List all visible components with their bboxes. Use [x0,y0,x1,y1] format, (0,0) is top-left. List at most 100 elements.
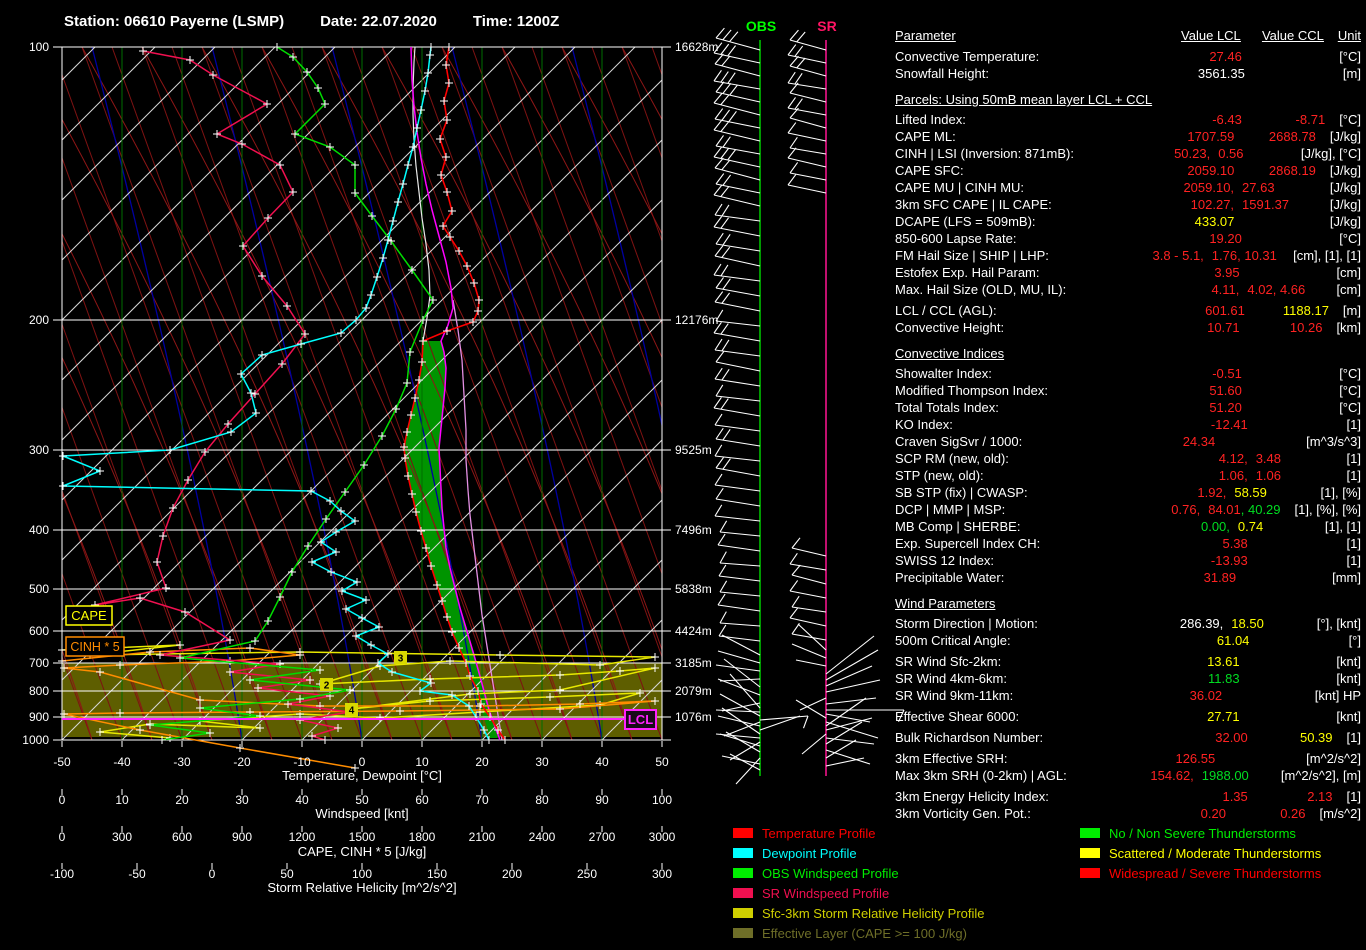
legend-swatch [733,868,753,878]
legend-item-severity: Widespread / Severe Thunderstorms [1080,863,1321,883]
axis-tick-label: 40 [595,755,609,769]
profile-sr_windspeed [95,51,350,740]
legend-swatch [733,928,753,938]
unit-label: [cm] [1322,281,1361,298]
parameter-label: Exp. Supercell Index CH: [895,535,1139,552]
unit-label: [1], [%], [%] [1281,501,1361,518]
parameter-row: SCP RM (new, old):4.12,3.48[1] [895,450,1361,467]
altitude-label: 9525m [675,443,712,457]
value-ccl [1245,65,1329,82]
parameter-row: Bulk Richardson Number:32.0050.39[1] [895,729,1361,746]
axis-title: CAPE, CINH * 5 [J/kg] [298,844,427,859]
unit-label: [m^2/s^2] [1292,750,1361,767]
axis-tick-label: 0 [59,793,66,807]
value-lcl: 1707.59 [1130,128,1234,145]
col-value-lcl: Value LCL [1135,27,1241,44]
value-ccl [1234,213,1316,230]
parameter-row: Lifted Index:-6.43-8.71[°C] [895,111,1361,128]
pressure-tick-label: 200 [29,313,49,327]
parameter-row: 3km Vorticity Gen. Pot.:0.200.26[m/s^2] [895,805,1361,822]
parameter-label: Lifted Index: [895,111,1135,128]
axis-tick-label: 20 [175,793,189,807]
altitude-label: 5838m [675,582,712,596]
legend-item-profile: Sfc-3km Storm Relative Helicity Profile [733,903,985,923]
col-unit: Unit [1324,27,1361,44]
axis-tick-label: 80 [535,793,549,807]
parameter-label: LCL / CCL (AGL): [895,302,1137,319]
parameter-row: CAPE ML:1707.592688.78[J/kg] [895,128,1361,145]
parameter-label: 3km Effective SRH: [895,750,1117,767]
parameter-row: DCAPE (LFS = 509mB):433.07[J/kg] [895,213,1361,230]
axis-tick-label: 200 [502,867,522,881]
parameter-label: CAPE MU | CINH MU: [895,179,1130,196]
value-ccl: 1988.00 [1194,767,1267,784]
pressure-tick-label: 100 [29,40,49,54]
unit-label: [m^2/s^2], [m] [1267,767,1361,784]
altitude-label: 3185m [675,656,712,670]
unit-label: [J/kg] [1316,213,1361,230]
unit-label: [km] [1322,319,1361,336]
value-lcl: -12.41 [1139,416,1247,433]
value-lcl: 154.62, [1102,767,1194,784]
value-lcl: 5.38 [1139,535,1247,552]
unit-label: [mm] [1318,569,1361,586]
axis-tick-label: 100 [352,867,372,881]
value-lcl: 10.71 [1134,319,1240,336]
pressure-tick-label: 1000 [22,733,49,747]
axis-tick-label: 0 [359,755,366,769]
unit-label: [J/kg] [1316,162,1361,179]
parameter-label: SR Wind 9km-11km: [895,687,1122,704]
axis-tick-label: 100 [652,793,672,807]
parameter-label: FM Hail Size | SHIP | LHP: [895,247,1109,264]
axis-tick-label: 0 [59,830,66,844]
value-lcl: 27.46 [1135,48,1242,65]
x-axis-1: 0102030405060708090100Windspeed [knt] [59,789,673,821]
legend-label: SR Windspeed Profile [762,886,889,901]
value-ccl [1215,750,1292,767]
parameter-row: 3km SFC CAPE | IL CAPE:102.27,1591.37[J/… [895,196,1361,213]
axis-tick-label: 600 [172,830,192,844]
parameter-row: Convective Height:10.7110.26[km] [895,319,1361,336]
unit-label: [°C] [1325,399,1361,416]
axis-tick-label: 50 [355,793,369,807]
value-ccl [1248,535,1333,552]
value-lcl: 31.89 [1131,569,1236,586]
unit-label: [1] [1333,552,1361,569]
unit-label: [°C] [1325,382,1361,399]
unit-label: [°], [knt] [1303,615,1361,632]
parameter-row: STP (new, old):1.06,1.06[1] [895,467,1361,484]
parameter-row: 3km Effective SRH:126.55 [m^2/s^2] [895,750,1361,767]
parameter-label: SWISS 12 Index: [895,552,1139,569]
axis-tick-label: 90 [595,793,609,807]
x-axis-3: -100-50050100150200250300Storm Relative … [50,863,672,895]
axis-tick-label: 2700 [589,830,616,844]
value-ccl [1242,230,1325,247]
parameter-panel: Parameter Value LCL Value CCL Unit Conve… [895,27,1361,822]
legend-item-profile: Effective Layer (CAPE >= 100 J/kg) [733,923,985,943]
value-lcl: 126.55 [1117,750,1215,767]
pressure-tick-label: 600 [29,624,49,638]
parameter-row: CAPE MU | CINH MU:2059.10,27.63[J/kg] [895,179,1361,196]
unit-label: [m/s^2] [1306,805,1362,822]
altitude-label: 12176m [675,313,718,327]
legend-label: Widespread / Severe Thunderstorms [1109,866,1321,881]
section-title: Wind Parameters [895,595,1361,612]
value-ccl [1222,687,1301,704]
axis-tick-label: 50 [655,755,669,769]
altitude-label: 7496m [675,523,712,537]
cape-label: CAPE [66,606,112,625]
parameter-row: Snowfall Height:3561.35[m] [895,65,1361,82]
parameter-label: 850-600 Lapse Rate: [895,230,1135,247]
unit-label: [1] [1333,729,1361,746]
sr-wind-column-label: SR [817,18,836,34]
value-lcl: 1.92, [1125,484,1227,501]
parameter-label: Total Totals Index: [895,399,1135,416]
parameter-label: KO Index: [895,416,1139,433]
svg-text:2: 2 [324,681,330,692]
axis-tick-label: 10 [115,793,129,807]
value-lcl: 433.07 [1130,213,1234,230]
value-lcl: 4.11, [1134,281,1240,298]
value-ccl: 2.13 [1248,788,1333,805]
value-ccl [1240,264,1323,281]
value-lcl: 3.95 [1134,264,1240,281]
